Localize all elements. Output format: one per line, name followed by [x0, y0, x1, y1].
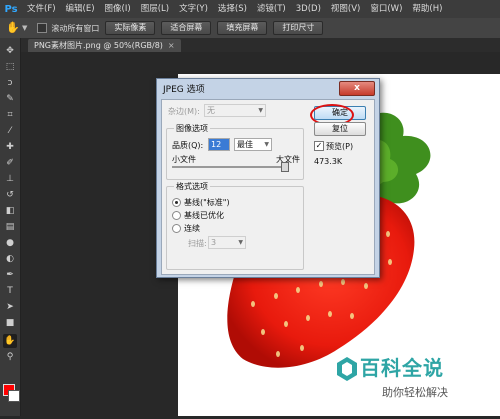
preview-checkbox[interactable]: ✓ [314, 141, 324, 151]
menu-type[interactable]: 文字(Y) [174, 0, 213, 18]
scans-select: 3 ▼ [208, 236, 246, 249]
matte-value: 无 [207, 106, 215, 115]
format-baseline-label: 基线("标准") [184, 198, 230, 207]
dialog-close-button[interactable]: x [339, 81, 375, 96]
document-tab-title: PNG素材图片.png @ 50%(RGB/8) [34, 41, 163, 50]
toolbox: ✥ ⬚ ↄ ✎ ⌗ ⁄ ✚ ✐ ⊥ ↺ ◧ ▤ ● ◐ ✒ T ➤ ■ ✋ ⚲ [0, 38, 21, 416]
marquee-tool-icon[interactable]: ⬚ [3, 60, 17, 74]
format-options-group-title: 格式选项 [174, 181, 210, 192]
chevron-down-icon: ▼ [238, 239, 243, 246]
reset-button[interactable]: 复位 [314, 122, 366, 136]
dialog-title: JPEG 选项 [163, 85, 205, 95]
menu-3d[interactable]: 3D(D) [291, 0, 326, 18]
fill-screen-button[interactable]: 填充屏幕 [217, 21, 268, 35]
format-baseline-optimized-radio[interactable] [172, 211, 181, 220]
menu-help[interactable]: 帮助(H) [407, 0, 447, 18]
background-color-swatch[interactable] [8, 390, 20, 402]
type-tool-icon[interactable]: T [3, 284, 17, 298]
crop-tool-icon[interactable]: ⌗ [3, 108, 17, 122]
format-progressive-label: 连续 [184, 224, 200, 233]
hand-tool-icon[interactable]: ✋ [6, 21, 20, 35]
scroll-all-windows-checkbox[interactable] [37, 23, 48, 33]
blur-tool-icon[interactable]: ● [3, 236, 17, 250]
watermark-title: 百科全说 [360, 356, 444, 380]
eraser-tool-icon[interactable]: ◧ [3, 204, 17, 218]
menu-image[interactable]: 图像(I) [100, 0, 136, 18]
actual-pixels-button[interactable]: 实际像素 [105, 21, 156, 35]
scans-value: 3 [211, 238, 217, 247]
menu-select[interactable]: 选择(S) [213, 0, 252, 18]
quality-slider-thumb[interactable] [281, 162, 289, 172]
zoom-tool-icon[interactable]: ⚲ [3, 350, 17, 364]
watermark-subtitle: 助你轻松解决 [382, 386, 448, 399]
healing-brush-icon[interactable]: ✚ [3, 140, 17, 154]
menu-layer[interactable]: 图层(L) [136, 0, 174, 18]
path-select-icon[interactable]: ➤ [3, 300, 17, 314]
quality-slider-track[interactable] [172, 166, 284, 168]
scans-label: 扫描: [188, 239, 207, 248]
menu-edit[interactable]: 编辑(E) [61, 0, 100, 18]
fit-screen-button[interactable]: 适合屏幕 [161, 21, 212, 35]
menu-filter[interactable]: 滤镜(T) [252, 0, 291, 18]
print-size-button[interactable]: 打印尺寸 [273, 21, 324, 35]
history-brush-icon[interactable]: ↺ [3, 188, 17, 202]
file-size-readout: 473.3K [314, 157, 343, 166]
small-file-label: 小文件 [172, 155, 196, 164]
move-tool-icon[interactable]: ✥ [3, 44, 17, 58]
format-baseline-optimized-label: 基线已优化 [184, 211, 224, 220]
photoshop-logo: Ps [4, 3, 18, 15]
matte-select: 无 ▼ [204, 104, 266, 117]
tool-preset-dropdown-icon[interactable]: ▼ [22, 24, 27, 32]
document-tab-bar: PNG素材图片.png @ 50%(RGB/8) × [20, 38, 500, 52]
image-options-group-title: 图像选项 [174, 123, 210, 134]
close-tab-icon[interactable]: × [168, 41, 175, 50]
scroll-all-windows-label: 滚动所有窗口 [51, 23, 100, 33]
quality-preset-select[interactable]: 最佳 ▼ [234, 138, 272, 151]
menu-file[interactable]: 文件(F) [22, 0, 61, 18]
quick-select-tool-icon[interactable]: ✎ [3, 92, 17, 106]
watermark-logo-icon [337, 357, 357, 381]
hand-tool-icon[interactable]: ✋ [3, 334, 17, 348]
eyedropper-tool-icon[interactable]: ⁄ [3, 124, 17, 138]
brush-tool-icon[interactable]: ✐ [3, 156, 17, 170]
quality-preset-value: 最佳 [237, 140, 253, 149]
dodge-tool-icon[interactable]: ◐ [3, 252, 17, 266]
menu-window[interactable]: 窗口(W) [365, 0, 407, 18]
chevron-down-icon: ▼ [264, 141, 269, 148]
format-progressive-radio[interactable] [172, 224, 181, 233]
matte-label: 杂边(M): [168, 107, 200, 116]
preview-label: 预览(P) [326, 142, 354, 151]
chevron-down-icon: ▼ [258, 107, 263, 114]
format-baseline-radio[interactable] [172, 198, 181, 207]
lasso-tool-icon[interactable]: ↄ [3, 76, 17, 90]
quality-input[interactable]: 12 [208, 138, 230, 151]
dialog-body: 杂边(M): 无 ▼ 图像选项 品质(Q): 12 最佳 ▼ 小文件 大文件 格… [161, 99, 375, 275]
options-bar: ✋ ▼ 滚动所有窗口 实际像素 适合屏幕 填充屏幕 打印尺寸 [0, 18, 500, 39]
menu-view[interactable]: 视图(V) [326, 0, 365, 18]
pen-tool-icon[interactable]: ✒ [3, 268, 17, 282]
jpeg-options-dialog: JPEG 选项 x 杂边(M): 无 ▼ 图像选项 品质(Q): 12 最佳 ▼… [156, 78, 380, 278]
document-tab[interactable]: PNG素材图片.png @ 50%(RGB/8) × [28, 39, 181, 52]
menu-bar: Ps 文件(F) 编辑(E) 图像(I) 图层(L) 文字(Y) 选择(S) 滤… [0, 0, 500, 19]
gradient-tool-icon[interactable]: ▤ [3, 220, 17, 234]
dialog-title-bar[interactable]: JPEG 选项 x [157, 79, 379, 97]
shape-tool-icon[interactable]: ■ [3, 316, 17, 330]
clone-stamp-icon[interactable]: ⊥ [3, 172, 17, 186]
quality-label: 品质(Q): [172, 141, 204, 150]
